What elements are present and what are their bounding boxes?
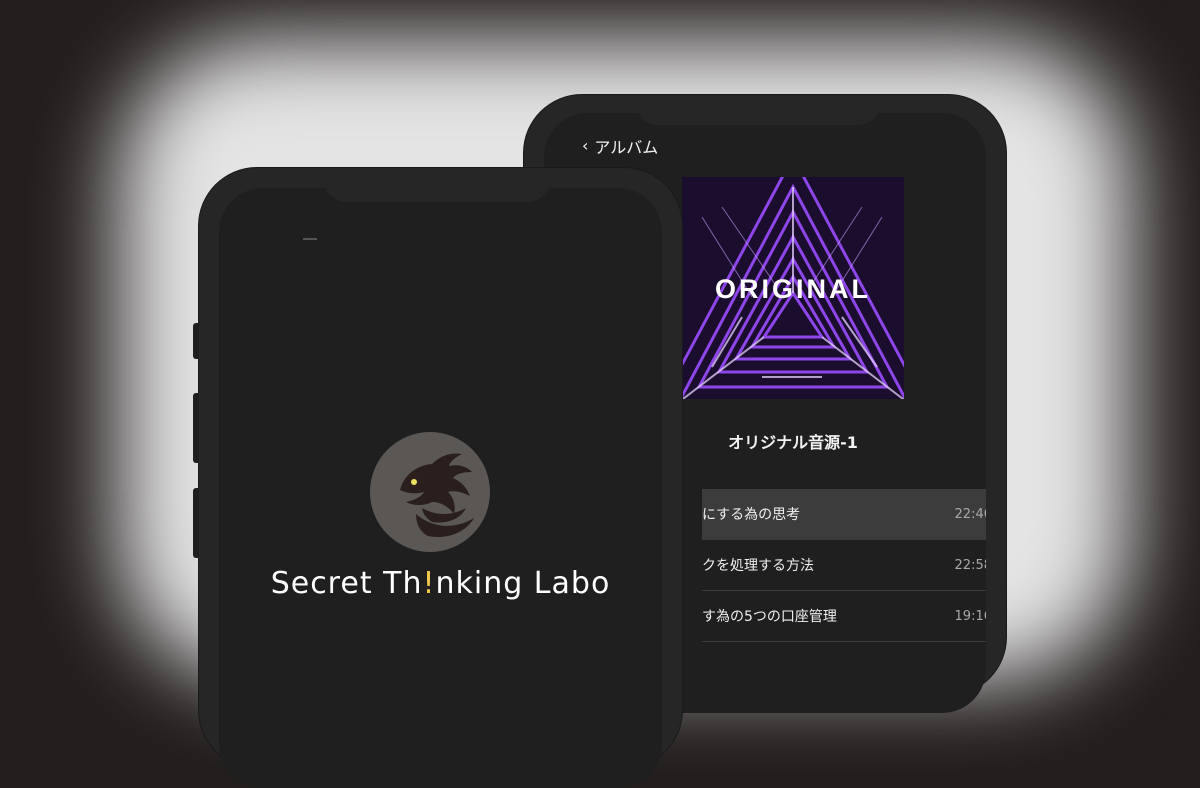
side-button [193,323,199,359]
track-row[interactable]: にする為の思考 22:46 [702,489,986,540]
album-art-title: ORIGINAL [715,274,871,304]
phone-notch [636,95,880,125]
dragon-head-icon [370,432,490,552]
back-label: アルバム [594,138,659,157]
chevron-left-icon: ‹ [582,136,589,155]
track-duration: 22:58 [954,557,986,573]
brand-suffix: nking Labo [435,566,611,601]
status-indicator [303,238,317,240]
brand-mark: ! [422,566,436,601]
track-title: す為の5つの口座管理 [702,609,837,625]
brand-prefix: Secret Th [270,566,423,601]
track-row[interactable]: クを処理する方法 22:58 [702,540,986,591]
track-duration: 22:46 [954,506,986,522]
back-button[interactable]: ‹ アルバム [582,134,658,158]
side-button [193,488,199,558]
side-button [193,393,199,463]
track-title: クを処理する方法 [702,558,814,574]
splash-screen: Secret Th!nking Labo [219,188,662,788]
track-list: にする為の思考 22:46 クを処理する方法 22:58 す為の5つの口座管理 … [702,489,986,642]
track-duration: 19:16 [954,608,986,624]
phone-notch [324,168,550,202]
brand-wordmark: Secret Th!nking Labo [219,566,662,601]
album-artwork: ORIGINAL [682,177,904,399]
track-row[interactable]: す為の5つの口座管理 19:16 [702,591,986,642]
track-title: にする為の思考 [702,507,801,523]
phone-front: Secret Th!nking Labo [193,168,682,788]
